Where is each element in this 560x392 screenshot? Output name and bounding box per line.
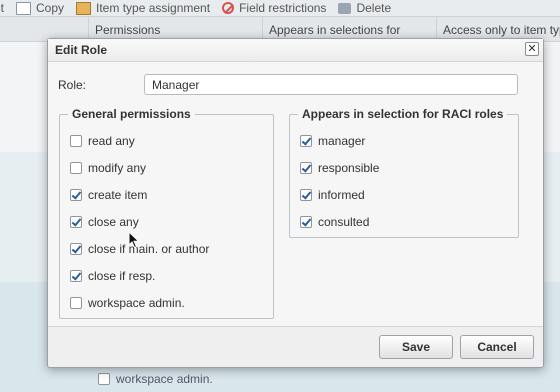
column-header-permissions[interactable]: Permissions	[95, 23, 160, 37]
role-label: Role:	[58, 78, 87, 92]
trash-icon	[338, 2, 352, 14]
dialog-footer: Save Cancel	[48, 326, 543, 367]
close-if-resp-checkbox[interactable]	[70, 270, 82, 282]
raci-consulted[interactable]: consulted	[300, 215, 369, 229]
restriction-icon	[222, 2, 235, 14]
general-permissions-group: General permissions read any modify any …	[59, 107, 274, 319]
read-any-checkbox[interactable]	[70, 135, 82, 147]
toolbar-item-type-assignment-button[interactable]: Item type assignment	[76, 1, 210, 15]
permission-close-if-resp[interactable]: close if resp.	[70, 269, 155, 283]
item-type-icon	[76, 1, 92, 15]
raci-informed[interactable]: informed	[300, 188, 365, 202]
consulted-label: consulted	[318, 215, 370, 229]
permission-workspace-admin[interactable]: workspace admin.	[70, 296, 185, 310]
close-any-label: close any	[88, 215, 139, 229]
create-item-checkbox[interactable]	[70, 189, 82, 201]
raci-roles-legend: Appears in selection for RACI roles	[302, 107, 504, 121]
workspace-admin-label: workspace admin.	[88, 296, 185, 310]
close-button[interactable]: ✕	[525, 42, 539, 56]
dialog-title: Edit Role	[55, 43, 108, 57]
background-workspace-admin-checkbox	[98, 373, 110, 385]
toolbar-field-restrictions-button[interactable]: Field restrictions	[222, 1, 326, 15]
dialog-titlebar[interactable]: Edit Role ✕	[48, 39, 543, 62]
cancel-button[interactable]: Cancel	[460, 335, 534, 359]
close-if-main-or-author-label: close if main. or author	[88, 242, 210, 256]
toolbar-copy-label: Copy	[36, 1, 65, 15]
manager-checkbox[interactable]	[300, 135, 312, 147]
consulted-checkbox[interactable]	[300, 216, 312, 228]
informed-label: informed	[318, 188, 365, 202]
workspace-admin-checkbox[interactable]	[70, 297, 82, 309]
mouse-pointer-icon	[128, 231, 140, 249]
toolbar-field-restrictions-label: Field restrictions	[239, 1, 327, 15]
permission-close-any[interactable]: close any	[70, 215, 139, 229]
save-button[interactable]: Save	[379, 335, 453, 359]
toolbar: it Copy Item type assignment Field restr…	[0, 0, 560, 17]
background-workspace-admin-label: workspace admin.	[116, 372, 213, 386]
modify-any-label: modify any	[88, 161, 147, 175]
permission-create-item[interactable]: create item	[70, 188, 147, 202]
close-if-resp-label: close if resp.	[88, 269, 156, 283]
toolbar-delete-button[interactable]: Delete	[338, 1, 391, 15]
role-input[interactable]	[144, 74, 518, 95]
copy-icon	[16, 1, 31, 15]
column-header-access-only[interactable]: Access only to item type	[443, 23, 560, 37]
create-item-label: create item	[88, 188, 148, 202]
responsible-checkbox[interactable]	[300, 162, 312, 174]
edit-role-dialog: Edit Role ✕ Role: General permissions re…	[47, 38, 544, 368]
raci-roles-group: Appears in selection for RACI roles mana…	[289, 107, 519, 238]
column-header-appears-in[interactable]: Appears in selections for	[269, 23, 400, 37]
general-permissions-legend: General permissions	[72, 107, 191, 121]
permission-modify-any[interactable]: modify any	[70, 161, 146, 175]
background-workspace-admin-row: workspace admin.	[98, 372, 213, 386]
toolbar-delete-label: Delete	[356, 1, 392, 15]
informed-checkbox[interactable]	[300, 189, 312, 201]
modify-any-checkbox[interactable]	[70, 162, 82, 174]
close-icon: ✕	[527, 43, 537, 55]
toolbar-item-type-label: Item type assignment	[96, 1, 211, 15]
read-any-label: read any	[88, 134, 135, 148]
close-if-main-or-author-checkbox[interactable]	[70, 243, 82, 255]
toolbar-copy-button[interactable]: Copy	[16, 1, 64, 15]
toolbar-edit[interactable]: it	[0, 1, 4, 15]
toolbar-edit-label: it	[0, 1, 4, 15]
manager-label: manager	[318, 134, 366, 148]
raci-manager[interactable]: manager	[300, 134, 365, 148]
permission-read-any[interactable]: read any	[70, 134, 135, 148]
close-any-checkbox[interactable]	[70, 216, 82, 228]
responsible-label: responsible	[318, 161, 380, 175]
raci-responsible[interactable]: responsible	[300, 161, 379, 175]
